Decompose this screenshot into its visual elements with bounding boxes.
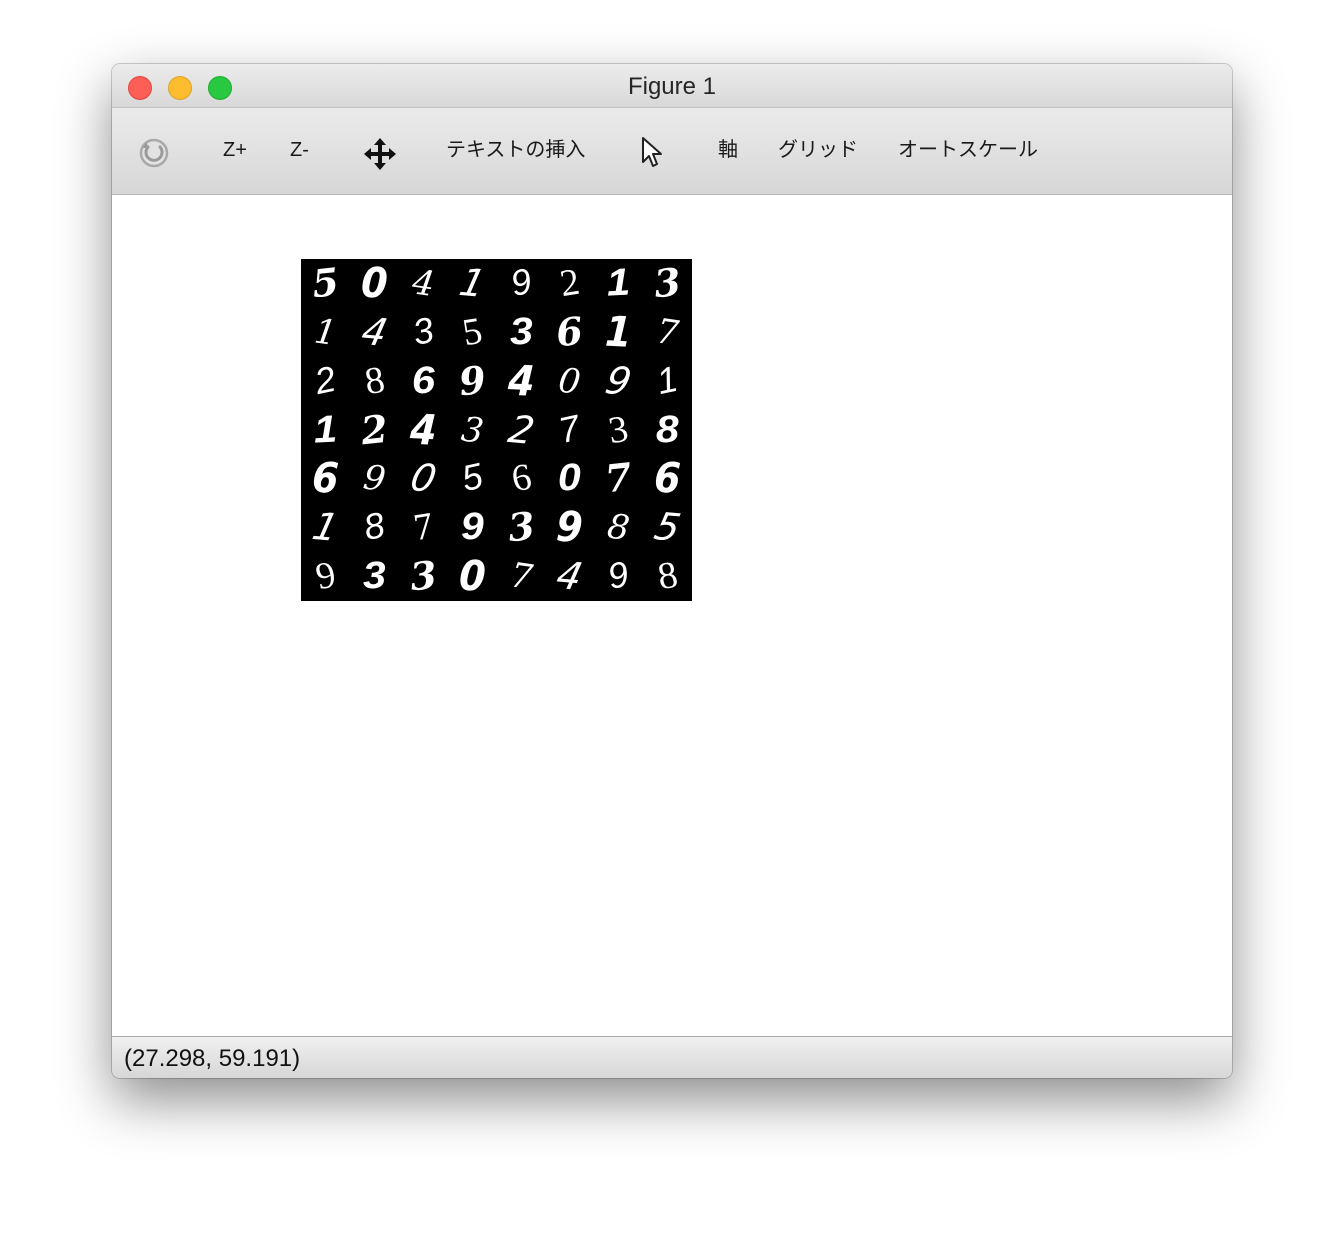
digit-cell: 3 xyxy=(407,552,439,600)
digit-cell: 0 xyxy=(557,457,583,501)
digit-cell: 6 xyxy=(554,308,586,356)
window-title: Figure 1 xyxy=(627,73,717,100)
digit-cell: 8 xyxy=(654,408,681,452)
digit-cell: 3 xyxy=(458,408,486,452)
autoscale-button[interactable]: オートスケール xyxy=(898,138,1038,162)
digit-cell: 9 xyxy=(360,457,388,500)
plot-canvas[interactable]: 5041921314353617286940911243273869056076… xyxy=(112,195,1232,1036)
digit-cell: 7 xyxy=(654,311,682,354)
digit-cell: 1 xyxy=(653,359,682,403)
figure-window: Figure 1 Z+ Z- テキストの挿入 軸 グリッド オートスケール 5 … xyxy=(112,64,1232,1078)
digit-image-grid: 5041921314353617286940911243273869056076… xyxy=(301,259,692,601)
digit-cell: 6 xyxy=(310,453,340,504)
digit-cell: 0 xyxy=(359,258,389,309)
digit-cell: 1 xyxy=(604,307,634,358)
digit-cell: 3 xyxy=(508,310,534,354)
zoom-in-button[interactable]: Z+ xyxy=(223,138,247,162)
zoom-out-button[interactable]: Z- xyxy=(290,138,309,162)
axes-button[interactable]: 軸 xyxy=(718,138,738,162)
toolbar: Z+ Z- テキストの挿入 軸 グリッド オートスケール xyxy=(112,108,1232,195)
cursor-arrow-icon[interactable] xyxy=(640,136,664,175)
status-bar: (27.298, 59.191) xyxy=(112,1036,1232,1078)
digit-cell: 1 xyxy=(605,261,632,306)
digit-cell: 4 xyxy=(408,405,438,455)
digit-cell: 4 xyxy=(506,356,536,406)
digit-cell: 7 xyxy=(507,555,535,598)
digit-cell: 2 xyxy=(358,405,390,454)
digit-cell: 6 xyxy=(410,359,436,403)
digit-cell: 1 xyxy=(312,408,339,452)
digit-cell: 3 xyxy=(505,503,537,551)
digit-cell: 7 xyxy=(603,454,635,503)
digit-cell: 9 xyxy=(456,356,488,405)
digit-cell: 6 xyxy=(653,453,683,504)
digit-cell: 3 xyxy=(651,259,684,307)
digit-cell: 5 xyxy=(309,259,341,307)
title-bar[interactable]: Figure 1 xyxy=(112,64,1232,108)
insert-text-button[interactable]: テキストの挿入 xyxy=(446,138,585,162)
digit-cell: 0 xyxy=(556,360,584,403)
digit-cell: 8 xyxy=(651,554,684,599)
digit-cell: 0 xyxy=(457,551,487,602)
refresh-circle-icon[interactable] xyxy=(138,136,170,173)
digit-cell: 5 xyxy=(650,505,685,551)
grid-button[interactable]: グリッド xyxy=(778,138,858,162)
digit-cell: 8 xyxy=(605,506,633,549)
digit-cell: 1 xyxy=(311,311,339,354)
move-arrows-icon[interactable] xyxy=(362,136,398,177)
cursor-coordinates: (27.298, 59.191) xyxy=(124,1045,301,1072)
digit-cell: 9 xyxy=(555,502,585,553)
digit-cell: 9 xyxy=(459,506,485,550)
digit-cell: 4 xyxy=(409,262,437,305)
digit-cell: 3 xyxy=(361,554,388,599)
